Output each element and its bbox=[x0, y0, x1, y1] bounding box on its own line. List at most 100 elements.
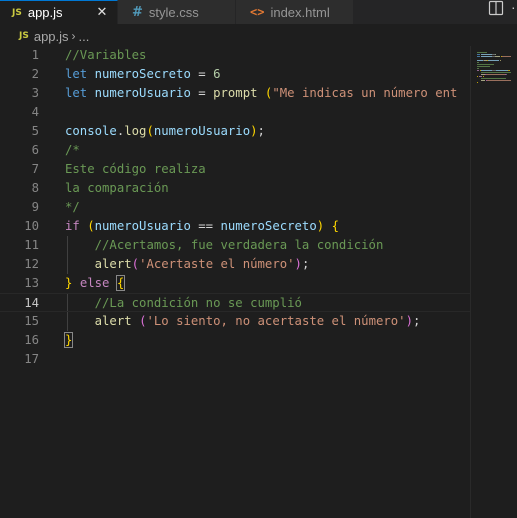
line-number: 2 bbox=[31, 67, 39, 81]
code-line[interactable]: 14 //La condición no se cumplió bbox=[0, 293, 470, 312]
code-token: ) bbox=[250, 124, 258, 138]
line-number: 5 bbox=[31, 124, 39, 138]
code-line[interactable]: 5 console.log(numeroUsuario); bbox=[0, 122, 470, 141]
close-icon[interactable]: ✕ bbox=[94, 4, 110, 20]
code-line[interactable]: 15 alert ('Lo siento, no acertaste el nú… bbox=[0, 312, 470, 331]
javascript-file-icon: JS bbox=[12, 7, 22, 18]
line-number: 15 bbox=[24, 314, 39, 328]
code-token: //Variables bbox=[65, 48, 147, 62]
more-actions-icon[interactable]: · bbox=[511, 0, 517, 16]
code-line[interactable]: 10 if (numeroUsuario == numeroSecreto) { bbox=[0, 217, 470, 236]
minimap[interactable] bbox=[470, 46, 517, 518]
line-number: 17 bbox=[24, 352, 39, 366]
line-number: 12 bbox=[24, 257, 39, 271]
code-line[interactable]: 7 Este código realiza bbox=[0, 160, 470, 179]
code-line[interactable]: 3 let numeroUsuario = prompt ("Me indicas… bbox=[0, 84, 470, 103]
minimap-line bbox=[478, 76, 483, 77]
code-token: 6 bbox=[213, 67, 221, 81]
code-token: //Acertamos, fue verdadera la condición bbox=[94, 238, 384, 252]
minimap-line bbox=[483, 76, 485, 77]
code-token: */ bbox=[65, 200, 80, 214]
tab-label: app.js bbox=[27, 5, 63, 20]
breadcrumb-file[interactable]: app.js bbox=[34, 29, 69, 44]
line-number: 4 bbox=[31, 105, 39, 119]
chevron-right-icon: › bbox=[71, 29, 76, 43]
line-number: 7 bbox=[31, 162, 39, 176]
code-token: 'Acertaste el número' bbox=[139, 257, 295, 271]
minimap-line bbox=[480, 80, 486, 81]
code-token: else bbox=[79, 276, 110, 290]
code-token: { bbox=[115, 275, 126, 291]
tab-index-html[interactable]: <> index.html bbox=[236, 0, 354, 24]
code-token: log bbox=[124, 124, 147, 138]
minimap-line bbox=[477, 66, 490, 67]
code-line[interactable]: 13} else { bbox=[0, 274, 470, 293]
code-text: alert ('Lo siento, no acertaste el númer… bbox=[65, 312, 421, 331]
breadcrumb-symbols[interactable]: ... bbox=[79, 29, 90, 44]
split-editor-icon[interactable] bbox=[488, 0, 504, 16]
code-line[interactable]: 4 bbox=[0, 103, 470, 122]
code-token: prompt bbox=[213, 86, 258, 100]
code-token: ( bbox=[146, 124, 154, 138]
code-line[interactable]: 1 //Variables bbox=[0, 46, 470, 65]
code-line[interactable]: 6 /* bbox=[0, 141, 470, 160]
code-token: alert bbox=[94, 314, 132, 328]
code-text: } bbox=[63, 331, 74, 350]
minimap-line bbox=[495, 70, 508, 71]
minimap-line bbox=[477, 54, 480, 55]
minimap-line bbox=[477, 56, 480, 57]
minimap-line bbox=[480, 78, 506, 79]
code-token: = bbox=[190, 86, 214, 100]
code-line[interactable]: 17 bbox=[0, 350, 470, 369]
tab-bar: JS app.js ✕ # style.css <> index.html · bbox=[0, 0, 517, 24]
code-token: == bbox=[190, 219, 221, 233]
code-line[interactable]: 9 */ bbox=[0, 198, 470, 217]
code-token: numeroSecreto bbox=[94, 67, 191, 81]
minimap-line bbox=[500, 60, 502, 61]
breadcrumb: JS app.js › ... bbox=[0, 26, 517, 46]
code-line[interactable]: 8 la comparación bbox=[0, 179, 470, 198]
code-token: ) bbox=[294, 257, 302, 271]
minimap-line bbox=[480, 72, 511, 73]
code-line[interactable]: 12 alert('Acertaste el número'); bbox=[0, 255, 470, 274]
minimap-line bbox=[480, 56, 493, 57]
code-token: } bbox=[63, 332, 74, 348]
code-text: console.log(numeroUsuario); bbox=[65, 122, 265, 141]
tab-label: index.html bbox=[270, 4, 330, 20]
code-line[interactable]: 11 //Acertamos, fue verdadera la condici… bbox=[0, 236, 470, 255]
code-token: "Me indicas un número ent bbox=[272, 86, 458, 100]
code-token: ( bbox=[87, 219, 95, 233]
minimap-line bbox=[502, 56, 511, 57]
code-text: //La condición no se cumplió bbox=[65, 294, 302, 313]
code-token: la comparación bbox=[65, 181, 169, 195]
minimap-line bbox=[477, 70, 479, 71]
minimap-line bbox=[477, 52, 487, 53]
code-token: //La condición no se cumplió bbox=[94, 296, 302, 310]
code-text: let numeroUsuario = prompt ("Me indicas … bbox=[65, 84, 457, 103]
tab-app-js[interactable]: JS app.js ✕ bbox=[0, 0, 118, 24]
minimap-line bbox=[477, 62, 479, 63]
minimap-line bbox=[477, 68, 479, 69]
code-token: ; bbox=[257, 124, 265, 138]
minimap-line bbox=[509, 70, 511, 71]
tab-style-css[interactable]: # style.css bbox=[118, 0, 236, 24]
code-token: let bbox=[65, 86, 88, 100]
code-text: let numeroSecreto = 6 bbox=[65, 65, 221, 84]
code-line[interactable]: 16} bbox=[0, 331, 470, 350]
code-editor[interactable]: 1 //Variables 2 let numeroSecreto = 6 3 let n… bbox=[0, 46, 470, 518]
tab-label: style.css bbox=[148, 4, 199, 20]
minimap-line bbox=[480, 54, 493, 55]
line-number: 16 bbox=[24, 333, 39, 347]
code-text: */ bbox=[65, 198, 80, 217]
code-text: //Acertamos, fue verdadera la condición bbox=[65, 236, 384, 255]
code-line[interactable]: 2 let numeroSecreto = 6 bbox=[0, 65, 470, 84]
minimap-line bbox=[507, 70, 509, 71]
line-number: 1 bbox=[31, 48, 39, 62]
code-text: la comparación bbox=[65, 179, 169, 198]
